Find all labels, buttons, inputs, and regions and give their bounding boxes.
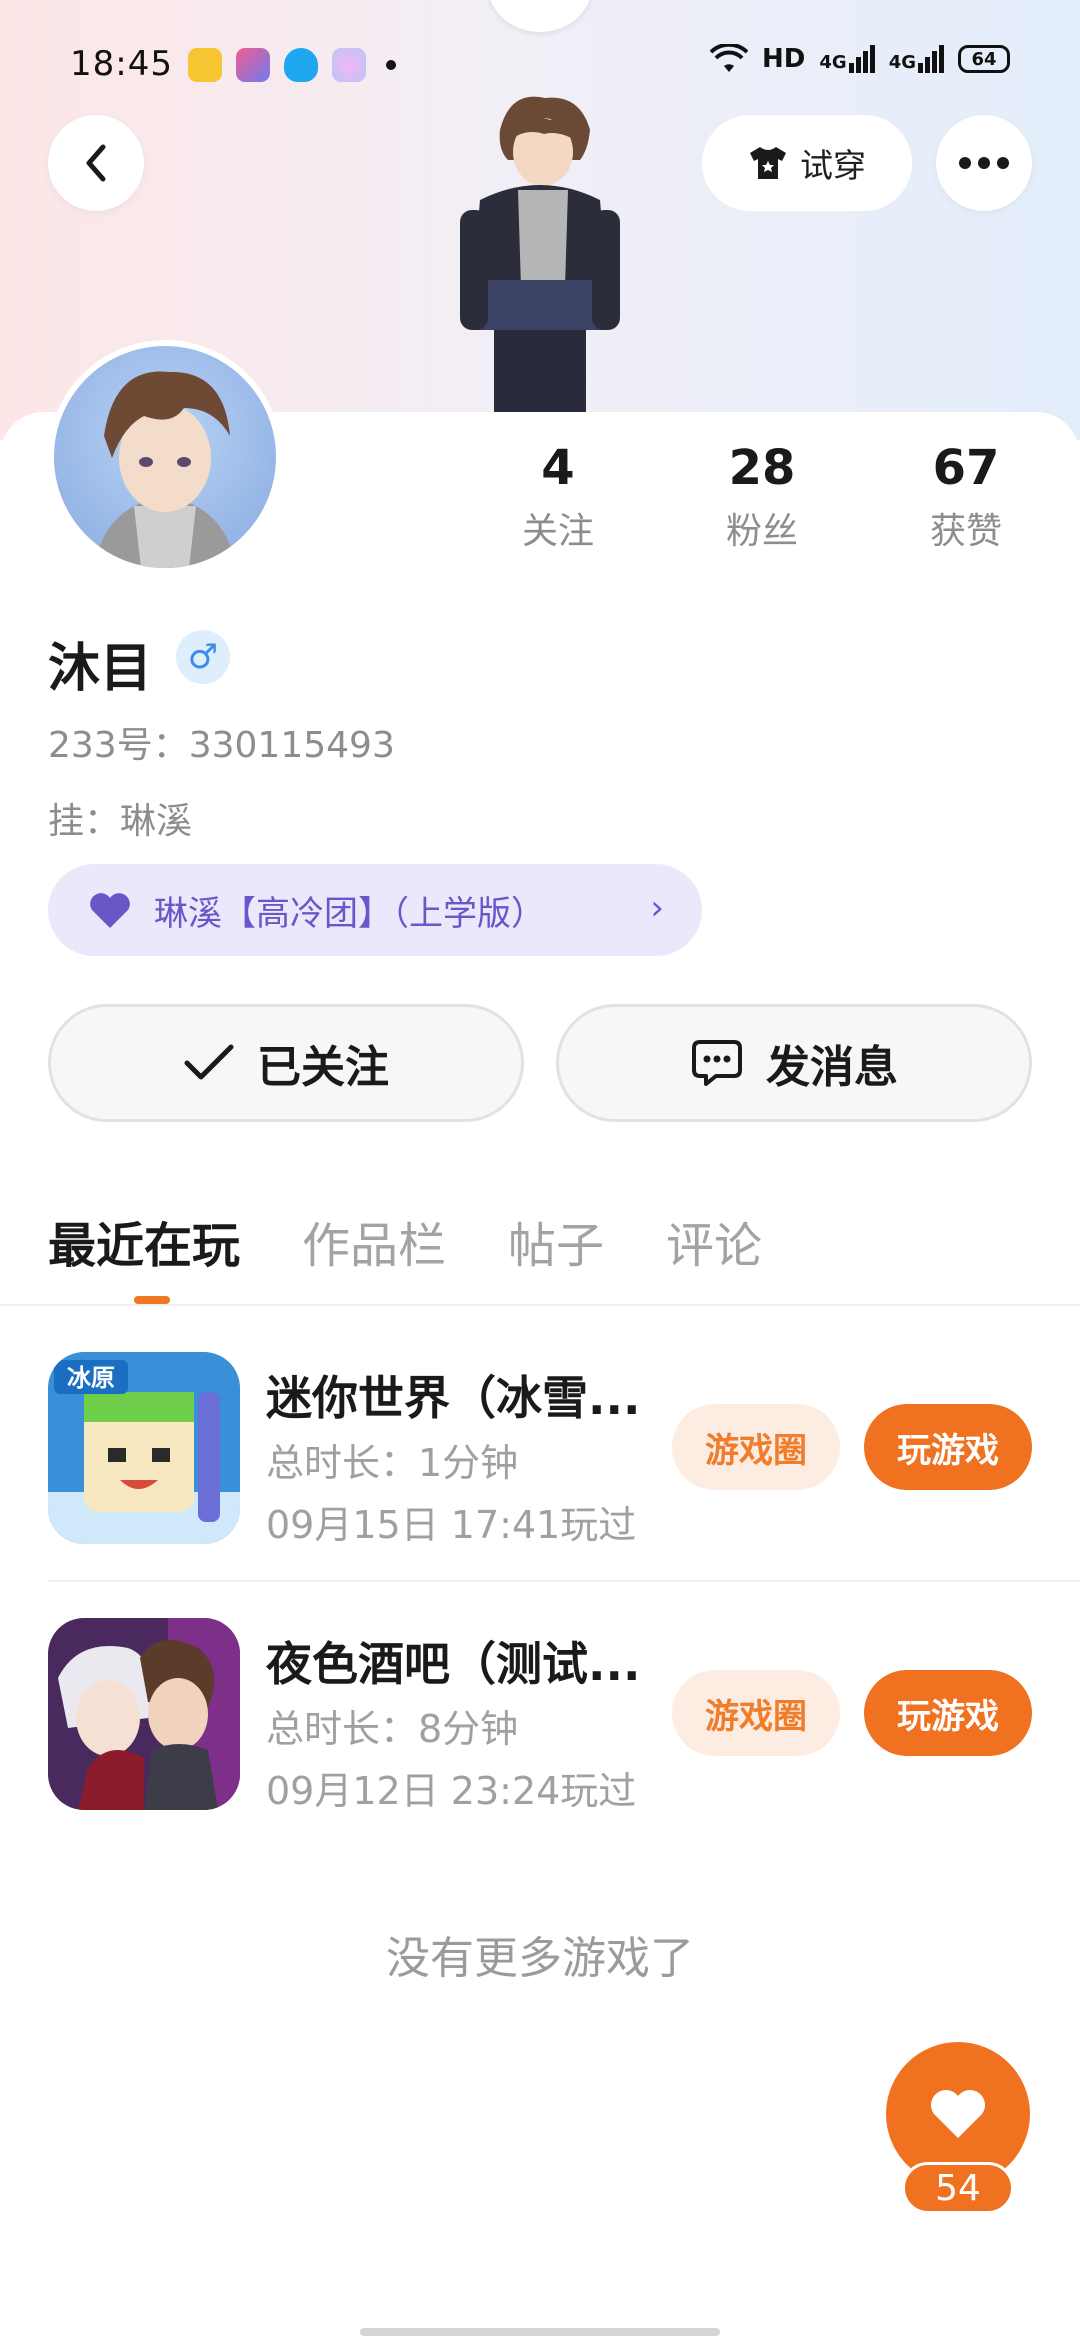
chat-bubble-icon bbox=[692, 1040, 742, 1086]
bubble-app-icon bbox=[332, 48, 366, 82]
stat-following[interactable]: 4 关注 bbox=[488, 440, 628, 554]
group-pill-label: 琳溪【高冷团】（上学版） bbox=[154, 893, 545, 934]
stat-followers[interactable]: 28 粉丝 bbox=[692, 440, 832, 554]
send-message-button[interactable]: 发消息 bbox=[556, 1004, 1032, 1122]
tabs-divider bbox=[0, 1304, 1080, 1306]
profile-uid[interactable]: 233号：330115493 bbox=[48, 716, 395, 768]
profile-tabs: 最近在玩 作品栏 帖子 评论 bbox=[48, 1206, 762, 1276]
more-notifications-dot bbox=[386, 60, 396, 70]
paint-app-icon bbox=[236, 48, 270, 82]
game-row[interactable]: 夜色酒吧（测试... 总时长：8分钟 09月12日 23:24玩过 游戏圈 玩游… bbox=[48, 1618, 1080, 1814]
tab-recently-played[interactable]: 最近在玩 bbox=[48, 1206, 240, 1276]
game-last-played: 09月15日 17:41玩过 bbox=[266, 1503, 637, 1547]
game-title: 迷你世界（冰雪... bbox=[266, 1371, 641, 1425]
stat-likes[interactable]: 67 获赞 bbox=[896, 440, 1036, 554]
stat-followers-value: 28 bbox=[728, 440, 796, 496]
signal-1: 4G bbox=[819, 45, 875, 73]
signal-bars-icon bbox=[848, 45, 875, 73]
game-circle-button[interactable]: 游戏圈 bbox=[672, 1670, 840, 1756]
chevron-right-icon: › bbox=[650, 888, 664, 928]
followed-label: 已关注 bbox=[257, 1042, 389, 1093]
signal-bars-icon bbox=[918, 45, 944, 73]
qq-app-icon bbox=[284, 48, 318, 82]
tab-works[interactable]: 作品栏 bbox=[302, 1206, 446, 1276]
play-game-button[interactable]: 玩游戏 bbox=[864, 1404, 1032, 1490]
notes-app-icon bbox=[188, 48, 222, 82]
tab-posts[interactable]: 帖子 bbox=[508, 1206, 604, 1276]
home-indicator[interactable] bbox=[360, 2328, 720, 2336]
avatar-portrait bbox=[94, 371, 236, 568]
try-on-button[interactable]: 试穿 bbox=[702, 115, 912, 211]
profile-hang: 挂：琳溪 bbox=[48, 801, 193, 842]
battery-indicator: 64 bbox=[958, 45, 1010, 73]
game-icon-badge: 冰原 bbox=[67, 1364, 115, 1392]
followed-button[interactable]: 已关注 bbox=[48, 1004, 524, 1122]
signal-1-label: 4G bbox=[819, 52, 847, 73]
game-circle-button[interactable]: 游戏圈 bbox=[672, 1404, 840, 1490]
heart-icon bbox=[90, 893, 130, 928]
heart-icon bbox=[931, 2090, 985, 2138]
play-game-button[interactable]: 玩游戏 bbox=[864, 1670, 1032, 1756]
more-dots-icon bbox=[959, 157, 1009, 169]
signal-2: 4G bbox=[889, 45, 944, 73]
try-on-label: 试穿 bbox=[800, 146, 866, 185]
game-title: 夜色酒吧（测试... bbox=[266, 1637, 641, 1691]
back-button[interactable] bbox=[48, 115, 144, 211]
night-bar-game-art bbox=[48, 1618, 240, 1810]
more-options-button[interactable] bbox=[936, 115, 1032, 211]
checkmark-icon bbox=[184, 1044, 234, 1080]
group-pill[interactable]: 琳溪【高冷团】（上学版） › bbox=[48, 864, 702, 956]
game-icon-mini-world[interactable]: 冰原 bbox=[48, 1352, 240, 1544]
signal-2-label: 4G bbox=[888, 52, 916, 73]
game-row-divider bbox=[48, 1580, 1080, 1582]
profile-name: 沐目 bbox=[48, 639, 153, 699]
chevron-left-icon bbox=[86, 144, 106, 182]
wifi-icon bbox=[710, 44, 749, 72]
male-gender-icon: ♂ bbox=[176, 630, 230, 684]
stat-followers-label: 粉丝 bbox=[725, 511, 798, 552]
like-count-badge: 54 bbox=[902, 2162, 1014, 2214]
stat-following-label: 关注 bbox=[521, 511, 594, 552]
status-time: 18:45 bbox=[70, 44, 173, 84]
stat-following-value: 4 bbox=[541, 440, 575, 496]
tshirt-icon bbox=[750, 147, 786, 179]
avatar[interactable] bbox=[48, 340, 282, 574]
game-last-played: 09月12日 23:24玩过 bbox=[266, 1769, 637, 1813]
hd-indicator: HD bbox=[762, 44, 806, 74]
status-right: HD 4G 4G 64 bbox=[710, 44, 1010, 74]
game-row[interactable]: 冰原 迷你世界（冰雪... 总时长：1分钟 09月15日 17:41玩过 游戏圈… bbox=[48, 1352, 1080, 1548]
tab-comments[interactable]: 评论 bbox=[666, 1206, 762, 1276]
game-duration: 总时长：1分钟 bbox=[266, 1441, 519, 1485]
mini-world-game-art: 冰原 bbox=[48, 1352, 240, 1544]
game-duration: 总时长：8分钟 bbox=[266, 1707, 519, 1751]
active-tab-indicator bbox=[134, 1296, 170, 1304]
stat-likes-value: 67 bbox=[932, 440, 1000, 496]
avatar-3d-character bbox=[460, 96, 620, 420]
send-message-label: 发消息 bbox=[766, 1042, 898, 1093]
game-icon-night-bar[interactable] bbox=[48, 1618, 240, 1810]
stat-likes-label: 获赞 bbox=[929, 511, 1002, 552]
status-app-icons bbox=[188, 48, 396, 82]
no-more-games-text: 没有更多游戏了 bbox=[386, 1933, 694, 1984]
